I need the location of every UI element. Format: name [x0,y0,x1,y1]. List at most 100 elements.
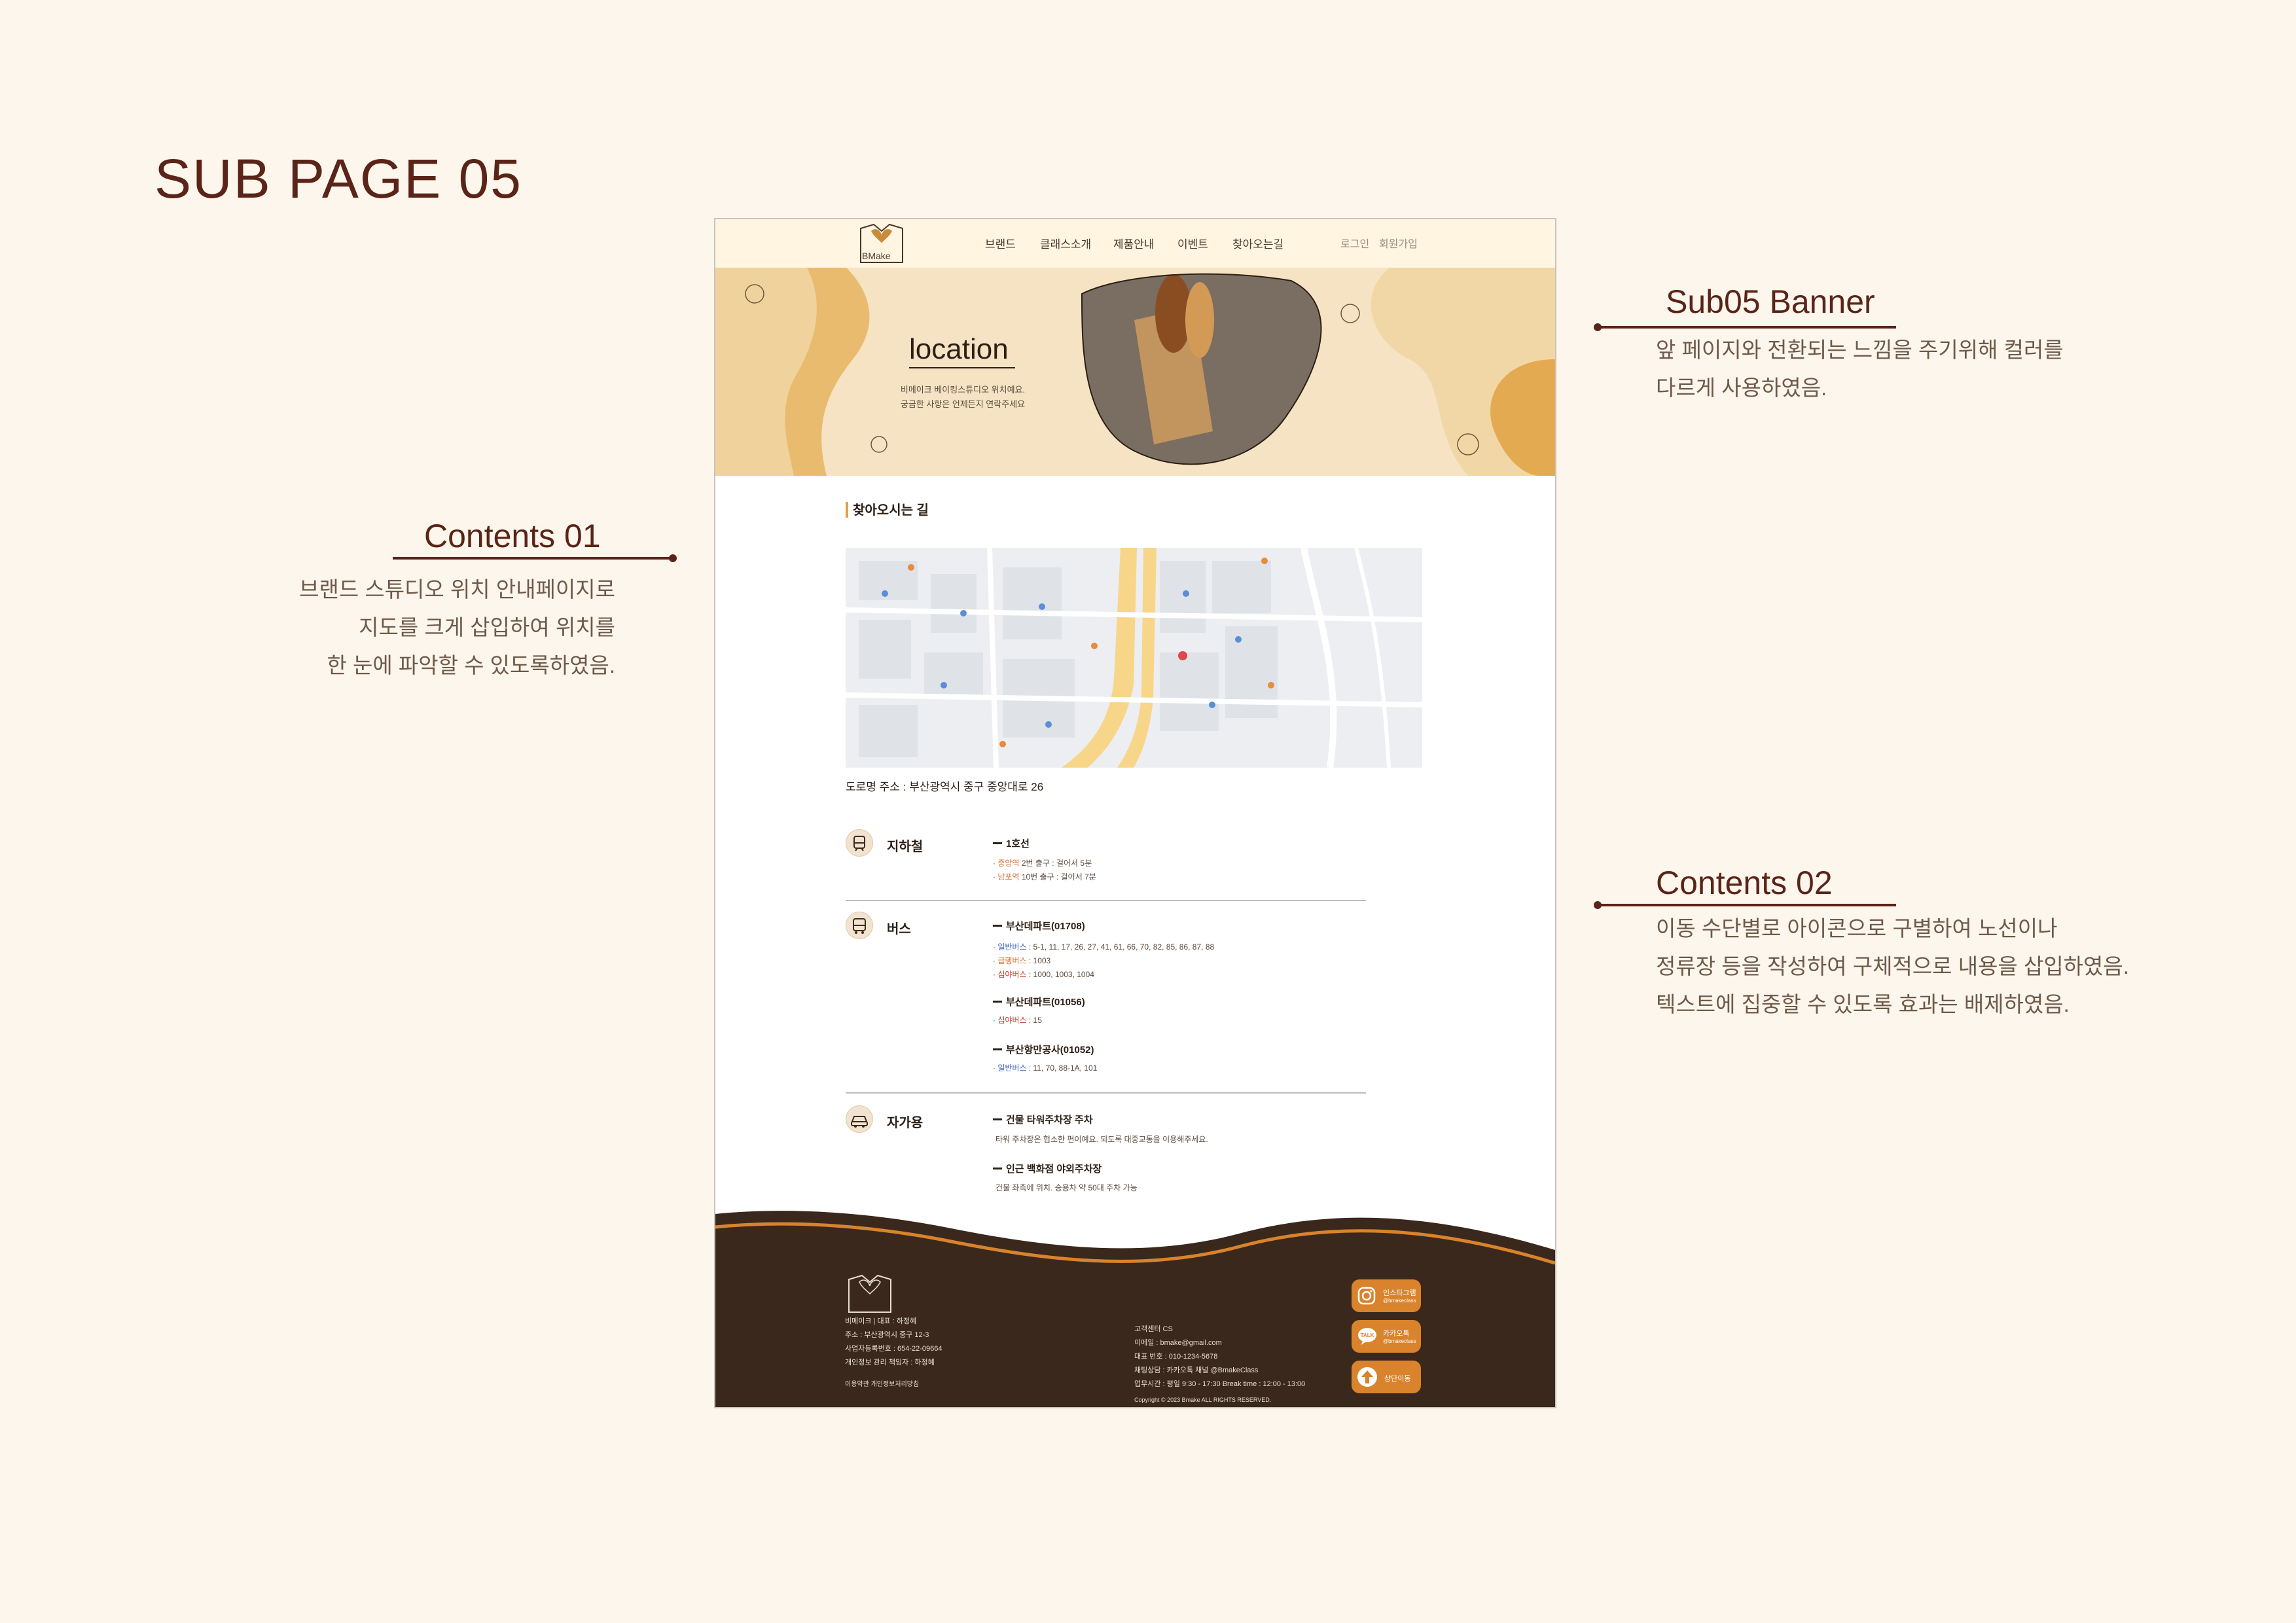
station-detail: 10번 출구 : 걸어서 7분 [1021,872,1096,882]
kakaotalk-handle: @bmakeclass [1383,1338,1416,1344]
instagram-button[interactable]: 인스타그램 @bmakeclass [1352,1279,1421,1312]
top-nav: BMake 브랜드 클래스소개 제품안내 이벤트 찾아오는길 로그인 회원가입 [715,219,1555,268]
footer-line: 개인정보 관리 책임자 : 하정혜 [845,1359,935,1366]
footer-line: 이메일 : bmake@gmail.com [1134,1339,1222,1347]
bus-stop-heading: 부산데파트(01708) [1006,921,1085,932]
logo-text: BMake [862,251,891,261]
kakaotalk-button[interactable]: TALK 카카오톡 @bmakeclass [1352,1320,1421,1353]
bus-type: 심야버스 [997,1016,1027,1025]
divider [846,900,1366,901]
banner-title-underline [909,367,1015,368]
line-dash [993,925,1002,927]
footer-line: 비메이크 | 대표 : 하정혜 [845,1317,917,1325]
bus-route: · 급행버스 : 1003 [993,956,1051,965]
banner-note-title: Sub05 Banner [1666,283,1875,320]
line-dash [993,842,1002,844]
banner-note-line: 앞 페이지와 전환되는 느낌을 주기위해 컬러를 [1656,338,2064,362]
banner-title: location [909,333,1009,365]
banner-note-text: 앞 페이지와 전환되는 느낌을 주기위해 컬러를 다르게 사용하였음. [1656,331,2064,407]
parking-desc: 건물 좌측에 위치. 승용차 약 50대 주차 가능 [996,1183,1138,1192]
instagram-handle: @bmakeclass [1383,1298,1416,1304]
line-dash [993,1118,1002,1120]
station-name: 남포역 [997,872,1020,882]
contents01-line: 브랜드 스튜디오 위치 안내페이지로 [299,577,615,601]
signup-link[interactable]: 회원가입 [1379,235,1418,251]
footer-cs-info: 고객센터 CS 이메일 : bmake@gmail.com 대표 번호 : 01… [1134,1323,1305,1391]
kakaotalk-icon: TALK [1358,1328,1376,1345]
banner-desc-line: 궁금한 사항은 언제든지 연락주세요 [900,399,1026,409]
contents01-line: 지도를 크게 삽입하여 위치를 [359,615,615,639]
contents02-title: Contents 02 [1656,865,1833,901]
line-dash [993,1001,1002,1003]
bus-numbers: : 5-1, 11, 17, 26, 27, 41, 61, 66, 70, 8… [1026,942,1215,952]
bus-icon [846,912,873,939]
map-graphic [846,548,1422,768]
nav-location[interactable]: 찾아오는길 [1232,235,1283,251]
site-footer: 비메이크 | 대표 : 하정혜 주소 : 부산광역시 중구 12-3 사업자등록… [715,1273,1555,1407]
car-label: 자가용 [887,1116,924,1130]
banner-note-line: 다르게 사용하였음. [1656,376,1827,400]
annotation-line [1598,326,1896,329]
parking-heading: 건물 타워주차장 주차 [1006,1115,1093,1126]
footer-line: 대표 번호 : 010-1234-5678 [1134,1353,1218,1361]
footer-company-info: 비메이크 | 대표 : 하정혜 주소 : 부산광역시 중구 12-3 사업자등록… [845,1315,942,1370]
bus-type: 심야버스 [997,970,1027,979]
nav-event[interactable]: 이벤트 [1177,235,1208,251]
board-title: SUB PAGE 05 [154,148,523,209]
annotation-line [1598,904,1896,906]
banner-desc: 비메이크 베이킹스튜디오 위치예요. 궁금한 사항은 언제든지 연락주세요 [891,383,1035,412]
footer-line: 사업자등록번호 : 654-22-09664 [845,1345,942,1353]
parking-desc: 타워 주차장은 협소한 편이예요. 되도록 대중교통을 이용해주세요. [996,1135,1208,1144]
line-dash [993,1168,1002,1169]
footer-policy-links[interactable]: 이용약관 개인정보처리방침 [845,1378,919,1391]
parking-heading: 인근 백화점 야외주차장 [1006,1164,1102,1175]
bus-route: · 심야버스 : 15 [993,1016,1042,1025]
bus-numbers: : 15 [1026,1016,1042,1025]
footer-line: 고객센터 CS [1134,1325,1173,1333]
contents02-line: 정류장 등을 작성하여 구체적으로 내용을 삽입하였음. [1656,954,2129,978]
contents01-text: 브랜드 스튜디오 위치 안내페이지로 지도를 크게 삽입하여 위치를 한 눈에 … [288,571,615,685]
bus-route: · 심야버스 : 1000, 1003, 1004 [993,970,1094,979]
bus-stop-heading: 부산항만공사(01052) [1006,1044,1094,1056]
line-dash [993,1048,1002,1050]
car-icon [846,1105,873,1133]
svg-text:TALK: TALK [1361,1332,1374,1338]
subway-line-heading: 1호선 [1006,838,1030,849]
nav-products[interactable]: 제품안내 [1113,235,1155,251]
footer-line: 업무시간 : 평일 9:30 - 17:30 Break time : 12:0… [1134,1380,1306,1388]
subway-stop: · 남포역 10번 출구 : 걸어서 7분 [993,872,1096,882]
footer-logo [845,1273,895,1313]
section-title: 찾아오시는 길 [853,503,929,518]
bus-route: · 일반버스 : 5-1, 11, 17, 26, 27, 41, 61, 66… [993,942,1215,952]
bus-stop-heading: 부산데파트(01056) [1006,997,1085,1008]
instagram-icon [1357,1287,1376,1305]
banner-artwork [715,268,1555,476]
bus-numbers: : 11, 70, 88-1A, 101 [1026,1063,1098,1073]
annotation-line [393,557,674,560]
subway-icon [846,829,873,857]
bus-numbers: : 1003 [1026,956,1051,965]
scroll-top-button[interactable]: 상단이동 [1352,1361,1421,1393]
station-detail: 2번 출구 : 걸어서 5분 [1021,859,1092,868]
location-map[interactable] [846,548,1422,768]
footer-line: 주소 : 부산광역시 중구 12-3 [845,1331,929,1339]
nav-brand[interactable]: 브랜드 [985,235,1016,251]
bus-type: 일반버스 [997,1063,1027,1073]
login-link[interactable]: 로그인 [1340,235,1369,251]
location-banner: location 비메이크 베이킹스튜디오 위치예요. 궁금한 사항은 언제든지… [715,268,1555,476]
contents01-line: 한 눈에 파악할 수 있도록하였음. [327,653,615,677]
contents01-title: Contents 01 [424,518,601,554]
station-name: 중앙역 [997,859,1020,868]
nav-class[interactable]: 클래스소개 [1040,235,1091,251]
arrow-up-icon [1357,1367,1377,1387]
annotation-dot [669,554,677,562]
banner-desc-line: 비메이크 베이킹스튜디오 위치예요. [900,385,1026,395]
website-mockup: BMake 브랜드 클래스소개 제품안내 이벤트 찾아오는길 로그인 회원가입 … [714,218,1556,1408]
footer-line: 채팅상담 : 카카오톡 채널 @BmakeClass [1134,1366,1259,1374]
subway-label: 지하철 [887,840,924,854]
bus-label: 버스 [887,922,911,936]
bus-route: · 일반버스 : 11, 70, 88-1A, 101 [993,1063,1098,1073]
bus-numbers: : 1000, 1003, 1004 [1026,970,1094,979]
bus-type: 급행버스 [997,956,1027,965]
bus-type: 일반버스 [997,942,1027,952]
